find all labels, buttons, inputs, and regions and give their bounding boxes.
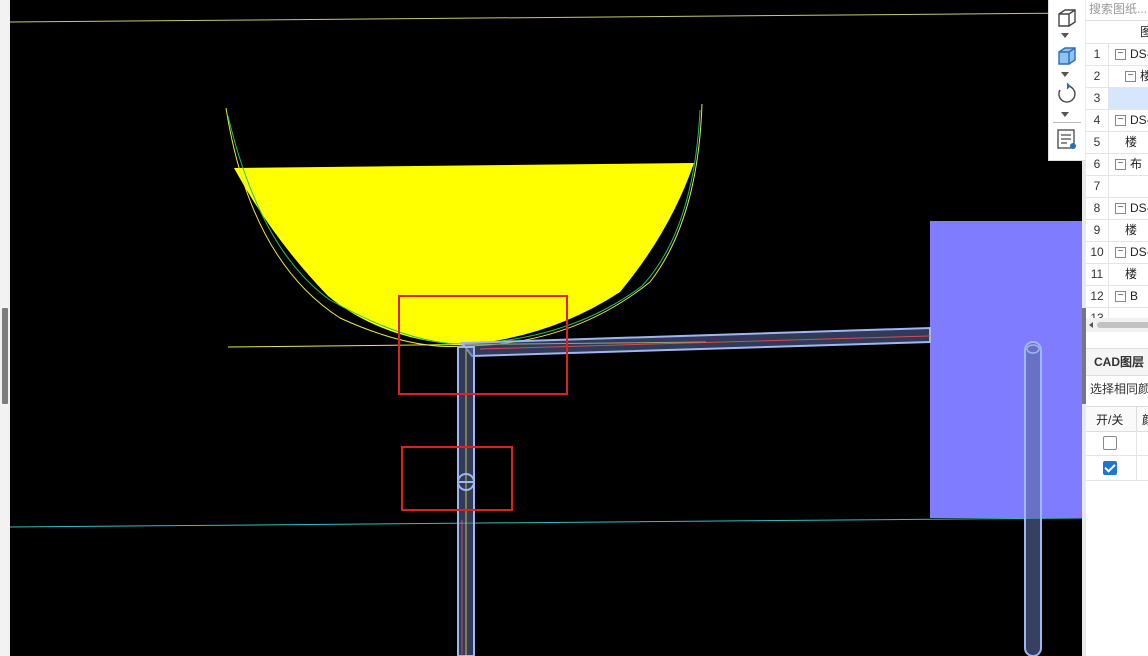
row-cell: −DS- — [1109, 110, 1148, 131]
column-divider — [1136, 431, 1137, 455]
horizontal-scrollbar[interactable] — [1086, 318, 1148, 332]
row-number: 3 — [1086, 88, 1109, 109]
collapse-icon[interactable]: − — [1125, 71, 1136, 83]
row-label: 楼 — [1125, 135, 1138, 149]
row-label: 楼 — [1125, 267, 1138, 281]
table-row[interactable]: 4−DS- — [1086, 110, 1148, 132]
row-cell: −DS- — [1109, 242, 1148, 263]
row-cell: −DS- — [1109, 198, 1148, 219]
row-cell: − 布 — [1109, 154, 1142, 175]
view-cube-3d-icon[interactable] — [1055, 44, 1079, 68]
view-3d-dropdown-arrow[interactable] — [1061, 72, 1069, 77]
layer-table-header: 开/关 颜 — [1086, 406, 1148, 432]
table-row[interactable]: 12− B — [1086, 286, 1148, 308]
row-cell: 楼 — [1109, 264, 1137, 285]
row-number: 8 — [1086, 198, 1109, 219]
table-row[interactable]: 11 楼 — [1086, 264, 1148, 286]
layer-table-bottom-border — [1086, 480, 1148, 481]
column-header-drawing: 图 — [1140, 25, 1148, 39]
collapse-icon[interactable]: − — [1115, 203, 1126, 215]
table-row[interactable]: 8−DS- — [1086, 198, 1148, 220]
scroll-left-icon[interactable] — [1089, 322, 1093, 328]
row-cell — [1109, 176, 1125, 197]
collapse-icon[interactable]: − — [1115, 247, 1126, 259]
cad-canvas[interactable] — [10, 0, 1082, 656]
cad-layer-panel-title: CAD图层 — [1086, 348, 1148, 376]
row-number: 11 — [1086, 264, 1109, 285]
row-number: 2 — [1086, 66, 1109, 87]
row-cell: −DS- — [1109, 44, 1148, 65]
top-axis-line — [10, 12, 1082, 23]
row-number: 9 — [1086, 220, 1109, 241]
left-collapse-handle[interactable] — [2, 308, 8, 404]
row-cell: 楼 — [1109, 220, 1137, 241]
table-header: 图 — [1086, 22, 1148, 44]
layer-row[interactable] — [1086, 456, 1148, 481]
row-label: 布 — [1130, 157, 1143, 171]
table-row[interactable]: 2− 楼 — [1086, 66, 1148, 88]
table-row[interactable]: 3 — [1086, 88, 1148, 110]
view-toolbar — [1048, 0, 1085, 161]
horizontal-cyan-axis — [10, 517, 1082, 528]
row-number: 4 — [1086, 110, 1109, 131]
row-cell — [1109, 88, 1148, 109]
table-row[interactable]: 1−DS- — [1086, 44, 1148, 66]
table-row[interactable]: 5楼 — [1086, 132, 1148, 154]
layer-color-hint: 选择相同颜 — [1090, 382, 1148, 396]
table-row[interactable]: 10−DS- — [1086, 242, 1148, 264]
collapse-icon[interactable]: − — [1115, 49, 1126, 61]
column-divider — [1136, 407, 1137, 431]
column-divider — [1136, 456, 1137, 480]
properties-list-icon[interactable] — [1055, 127, 1079, 151]
scrollbar-thumb[interactable] — [1097, 322, 1148, 328]
table-row[interactable]: 9楼 — [1086, 220, 1148, 242]
left-dock-strip — [0, 0, 10, 656]
row-label: 楼 — [1125, 223, 1138, 237]
row-label: DS- — [1130, 47, 1148, 61]
row-number: 5 — [1086, 132, 1109, 153]
row-label: 楼 — [1140, 69, 1148, 83]
basin-fill[interactable] — [234, 163, 694, 345]
rotate-dropdown-arrow[interactable] — [1061, 112, 1069, 117]
row-label: DS- — [1130, 201, 1148, 215]
row-cell: − B — [1109, 286, 1138, 307]
row-number: 7 — [1086, 176, 1109, 197]
column-header-toggle: 开/关 — [1096, 413, 1124, 427]
drawing-search-input[interactable] — [1086, 0, 1148, 18]
row-number: 10 — [1086, 242, 1109, 263]
layer-visibility-checkbox[interactable] — [1103, 461, 1117, 475]
row-label: DS- — [1130, 113, 1148, 127]
row-number: 1 — [1086, 44, 1109, 65]
wall-block[interactable] — [930, 221, 1082, 518]
row-cell: 楼 — [1109, 132, 1137, 153]
toolbar-separator — [1053, 122, 1081, 123]
riser-pipe[interactable] — [1024, 341, 1042, 656]
drawing-management-panel: 图 1−DS-2−楼34−DS-5楼6−布78−DS-9楼10−DS-11楼12… — [1086, 0, 1148, 656]
row-label: DS- — [1130, 245, 1148, 259]
cad-drawing[interactable] — [10, 0, 1082, 656]
collapse-icon[interactable]: − — [1115, 291, 1126, 303]
row-label: B — [1130, 289, 1139, 303]
column-header-color: 颜 — [1142, 411, 1148, 428]
row-number: 6 — [1086, 154, 1109, 175]
rotate-icon[interactable] — [1055, 82, 1079, 106]
search-box — [1086, 0, 1148, 21]
view-cube-dropdown-arrow[interactable] — [1061, 33, 1069, 38]
layer-row[interactable] — [1086, 431, 1148, 456]
table-row[interactable]: 6− 布 — [1086, 154, 1148, 176]
row-cell: − 楼 — [1109, 66, 1148, 87]
layer-visibility-checkbox[interactable] — [1103, 436, 1117, 450]
drawing-list-table: 图 1−DS-2−楼34−DS-5楼6−布78−DS-9楼10−DS-11楼12… — [1086, 22, 1148, 330]
view-cube-icon[interactable] — [1055, 6, 1079, 30]
collapse-icon[interactable]: − — [1115, 115, 1126, 127]
collapse-icon[interactable]: − — [1115, 159, 1126, 171]
table-row[interactable]: 7 — [1086, 176, 1148, 198]
row-number: 12 — [1086, 286, 1109, 307]
